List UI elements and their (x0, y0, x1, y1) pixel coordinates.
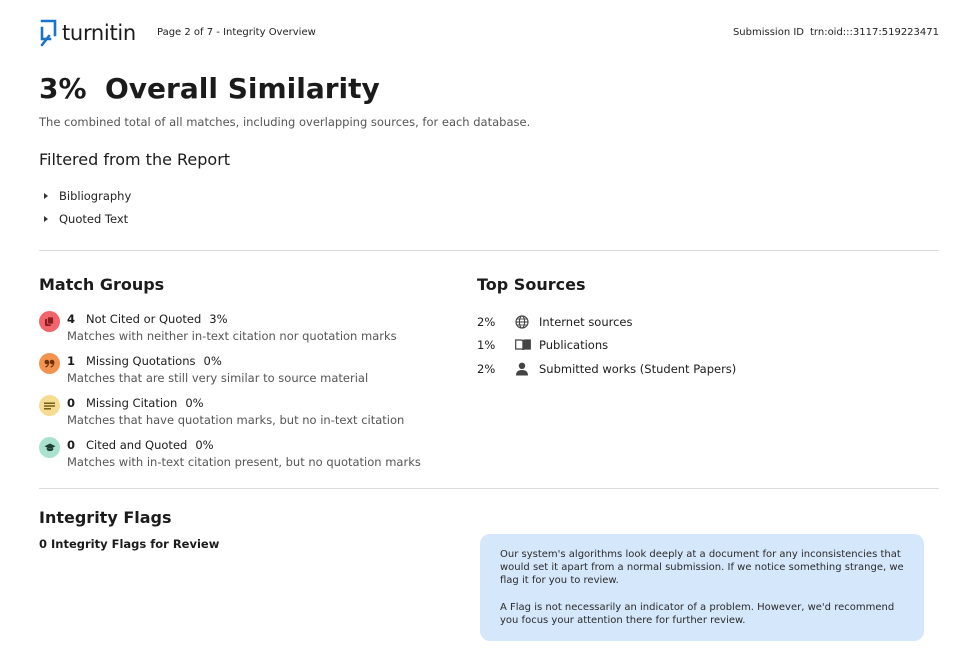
match-group-label: Missing Quotations (86, 354, 196, 368)
match-group-item: 4 Not Cited or Quoted 3% Matches with neit… (39, 310, 459, 352)
graduation-cap-icon (39, 437, 60, 458)
match-group-percent: 0% (203, 354, 222, 368)
turnitin-logo: turnitin (39, 18, 136, 48)
integrity-flags-info-box: Our system's algorithms look deeply at a… (480, 534, 924, 641)
globe-icon (515, 315, 539, 329)
submission-id-label: Submission ID (732, 27, 804, 38)
filtered-list: Bibliography Quoted Text (39, 184, 131, 230)
match-group-description: Matches that are still very similar to s… (67, 371, 369, 385)
quote-icon (39, 353, 60, 374)
match-group-description: Matches that have quotation marks, but n… (67, 413, 405, 427)
match-group-count: 4 (67, 312, 76, 326)
top-source-percent: 2% (477, 361, 496, 376)
match-group-label: Missing Citation (86, 396, 178, 410)
book-icon (515, 339, 539, 351)
similarity-description: The combined total of all matches, inclu… (39, 115, 531, 129)
match-group-item: 0 Cited and Quoted 0% Matches with in-text… (39, 436, 459, 478)
info-paragraph: A Flag is not necessarily an indicator o… (500, 602, 895, 626)
top-sources-list: 2% Internet sources 1% Publications 2% S… (477, 310, 736, 381)
overall-similarity-heading: 3% Overall Similarity (39, 72, 380, 105)
page-info: Page 2 of 7 - Integrity Overview (157, 27, 316, 38)
top-source-label: Submitted works (Student Papers) (539, 361, 737, 376)
top-source-item: 2% Submitted works (Student Papers) (477, 357, 736, 381)
caret-right-icon (44, 215, 48, 222)
logo-text: turnitin (62, 21, 136, 45)
lines-icon (39, 395, 60, 416)
top-source-item: 2% Internet sources (477, 310, 736, 334)
match-groups-list: 4 Not Cited or Quoted 3% Matches with neit… (39, 310, 459, 478)
match-group-percent: 0% (185, 396, 204, 410)
match-group-item: 1 Missing Quotations 0% Matches that are s… (39, 352, 459, 394)
filtered-item-label: Quoted Text (59, 211, 129, 226)
integrity-flags-title: Integrity Flags (39, 508, 172, 527)
match-groups-title: Match Groups (39, 275, 165, 294)
top-source-percent: 2% (477, 314, 496, 329)
match-group-label: Cited and Quoted (86, 438, 188, 452)
match-group-item: 0 Missing Citation 0% Matches that have qu… (39, 394, 459, 436)
info-paragraph: Our system's algorithms look deeply at a… (500, 549, 904, 586)
filtered-item[interactable]: Quoted Text (39, 207, 131, 230)
filtered-title: Filtered from the Report (39, 150, 231, 169)
match-group-count: 0 (67, 396, 76, 410)
similarity-title: Overall Similarity (105, 72, 380, 105)
filtered-item-label: Bibliography (59, 188, 132, 203)
similarity-percent: 3% (39, 72, 87, 105)
match-group-count: 1 (67, 354, 76, 368)
top-source-label: Internet sources (539, 314, 633, 329)
top-source-item: 1% Publications (477, 334, 736, 358)
turnitin-logo-icon (40, 19, 57, 47)
integrity-flags-count: 0 Integrity Flags for Review (39, 537, 220, 551)
match-group-percent: 3% (209, 312, 228, 326)
match-group-description: Matches with in-text citation present, b… (67, 455, 421, 469)
top-source-label: Publications (539, 338, 609, 353)
person-icon (515, 362, 539, 376)
match-group-count: 0 (67, 438, 76, 452)
match-group-percent: 0% (195, 438, 214, 452)
top-sources-title: Top Sources (477, 275, 586, 294)
page-header: turnitin Page 2 of 7 - Integrity Overvie… (39, 18, 939, 48)
section-divider (39, 250, 939, 251)
caret-right-icon (44, 192, 48, 199)
match-group-description: Matches with neither in-text citation no… (67, 329, 397, 343)
filtered-item[interactable]: Bibliography (39, 184, 131, 207)
match-group-label: Not Cited or Quoted (86, 312, 202, 326)
top-source-percent: 1% (477, 338, 496, 353)
submission-id: Submission ID trn:oid:::3117:519223471 (733, 27, 939, 38)
section-divider (39, 488, 939, 489)
submission-id-value: trn:oid:::3117:519223471 (810, 27, 939, 38)
copy-icon (39, 311, 60, 332)
